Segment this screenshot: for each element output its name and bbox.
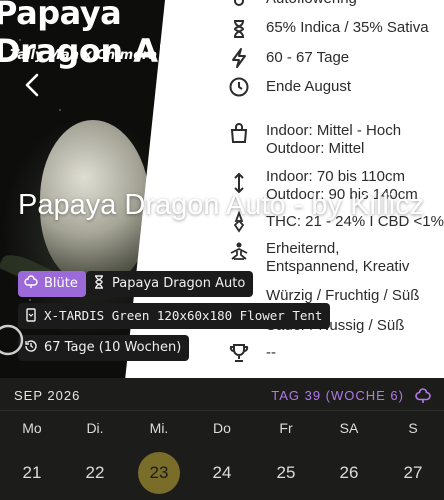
calendar-day[interactable]: Do 24 (194, 420, 250, 494)
device-icon (0, 324, 24, 356)
calendar-day[interactable]: Di. 22 (67, 420, 123, 494)
calendar-day[interactable]: Mo 21 (4, 420, 60, 494)
tent-chip[interactable]: X-TARDIS Green 120x60x180 Flower Tent (18, 303, 331, 329)
back-icon[interactable] (18, 70, 48, 100)
calendar-day[interactable]: SA 26 (321, 420, 377, 494)
flower-icon (415, 388, 431, 403)
calendar-divider (0, 410, 444, 411)
meditation-icon (230, 242, 248, 260)
week-calendar: SEP 2026 TAG 39 (WOCHE 6) Mo 21 Di. 22 M… (0, 378, 444, 500)
flower-icon (24, 275, 38, 288)
phase-chip[interactable]: Blüte (18, 271, 86, 297)
clock-icon (229, 77, 249, 97)
hourglass-icon (233, 20, 245, 38)
flower-icon (234, 0, 244, 6)
calendar-day[interactable]: Fr 25 (258, 420, 314, 494)
hourglass-icon (95, 275, 103, 289)
calendar-day[interactable]: S 27 (385, 420, 441, 494)
duration-chip[interactable]: 67 Tage (10 Wochen) (18, 335, 190, 361)
calendar-week-label: TAG 39 (WOCHE 6) (271, 388, 404, 403)
strain-hero: Papaya Dragon Auto Tally Man x Chimera A… (0, 0, 444, 378)
strain-chip[interactable]: Papaya Dragon Auto (86, 271, 254, 297)
bag-icon (230, 123, 248, 143)
calendar-day-today[interactable]: Mi. 23 (131, 420, 187, 494)
trophy-icon (229, 344, 249, 362)
grow-title: Papaya Dragon Auto - by Killicz (18, 189, 425, 221)
strain-cross: Tally Man x Chimera (10, 48, 158, 63)
lightning-icon (232, 48, 246, 68)
calendar-month[interactable]: SEP 2026 (14, 388, 80, 403)
